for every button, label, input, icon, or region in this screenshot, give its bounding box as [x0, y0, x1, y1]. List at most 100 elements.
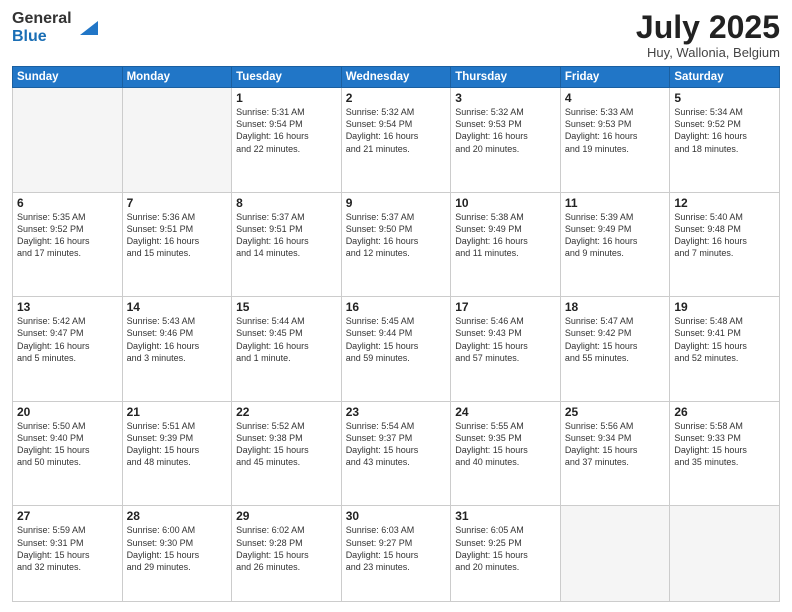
cell-line: Daylight: 15 hours	[455, 549, 556, 561]
day-number: 30	[346, 509, 447, 523]
cell-line: and 40 minutes.	[455, 456, 556, 468]
cell-line: Sunrise: 5:36 AM	[127, 211, 228, 223]
cell-line: Daylight: 15 hours	[455, 340, 556, 352]
cell-line: Sunset: 9:52 PM	[17, 223, 118, 235]
cell-line: Sunrise: 5:51 AM	[127, 420, 228, 432]
cell-line: Daylight: 15 hours	[674, 340, 775, 352]
cell-line: Daylight: 16 hours	[565, 130, 666, 142]
calendar-header-row: Sunday Monday Tuesday Wednesday Thursday…	[13, 67, 780, 88]
cell-line: Sunset: 9:42 PM	[565, 327, 666, 339]
table-row	[13, 88, 123, 193]
cell-line: and 20 minutes.	[455, 143, 556, 155]
month-title: July 2025	[636, 10, 780, 45]
cell-line: Sunset: 9:52 PM	[674, 118, 775, 130]
cell-line: Daylight: 16 hours	[127, 235, 228, 247]
title-block: July 2025 Huy, Wallonia, Belgium	[636, 10, 780, 60]
cell-line: Daylight: 16 hours	[236, 235, 337, 247]
col-thursday: Thursday	[451, 67, 561, 88]
cell-line: Sunset: 9:54 PM	[236, 118, 337, 130]
table-row: 3Sunrise: 5:32 AMSunset: 9:53 PMDaylight…	[451, 88, 561, 193]
table-row	[560, 506, 670, 602]
cell-line: Sunrise: 5:39 AM	[565, 211, 666, 223]
table-row: 30Sunrise: 6:03 AMSunset: 9:27 PMDayligh…	[341, 506, 451, 602]
cell-line: Daylight: 16 hours	[17, 235, 118, 247]
cell-line: Sunset: 9:53 PM	[565, 118, 666, 130]
table-row: 21Sunrise: 5:51 AMSunset: 9:39 PMDayligh…	[122, 401, 232, 506]
cell-line: Sunrise: 5:40 AM	[674, 211, 775, 223]
cell-line: Sunset: 9:49 PM	[455, 223, 556, 235]
cell-line: Sunrise: 5:52 AM	[236, 420, 337, 432]
cell-line: Daylight: 16 hours	[17, 340, 118, 352]
day-number: 24	[455, 405, 556, 419]
cell-line: Daylight: 15 hours	[565, 340, 666, 352]
cell-line: and 59 minutes.	[346, 352, 447, 364]
cell-line: Daylight: 16 hours	[346, 235, 447, 247]
cell-line: Sunrise: 6:03 AM	[346, 524, 447, 536]
cell-line: and 29 minutes.	[127, 561, 228, 573]
cell-line: and 3 minutes.	[127, 352, 228, 364]
cell-line: Daylight: 15 hours	[17, 444, 118, 456]
cell-line: and 43 minutes.	[346, 456, 447, 468]
cell-line: Daylight: 15 hours	[127, 444, 228, 456]
col-saturday: Saturday	[670, 67, 780, 88]
day-number: 17	[455, 300, 556, 314]
cell-line: Sunset: 9:39 PM	[127, 432, 228, 444]
cell-line: Sunrise: 5:46 AM	[455, 315, 556, 327]
cell-line: Sunset: 9:28 PM	[236, 537, 337, 549]
cell-line: and 22 minutes.	[236, 143, 337, 155]
cell-line: Sunrise: 5:56 AM	[565, 420, 666, 432]
cell-line: Sunset: 9:34 PM	[565, 432, 666, 444]
table-row: 25Sunrise: 5:56 AMSunset: 9:34 PMDayligh…	[560, 401, 670, 506]
day-number: 3	[455, 91, 556, 105]
cell-line: Sunrise: 5:42 AM	[17, 315, 118, 327]
cell-line: and 12 minutes.	[346, 247, 447, 259]
day-number: 9	[346, 196, 447, 210]
cell-line: Sunrise: 5:32 AM	[346, 106, 447, 118]
cell-line: Sunrise: 5:35 AM	[17, 211, 118, 223]
cell-line: Sunset: 9:45 PM	[236, 327, 337, 339]
logo-icon	[76, 17, 98, 39]
day-number: 14	[127, 300, 228, 314]
cell-line: and 17 minutes.	[17, 247, 118, 259]
cell-line: Daylight: 16 hours	[236, 340, 337, 352]
table-row: 28Sunrise: 6:00 AMSunset: 9:30 PMDayligh…	[122, 506, 232, 602]
day-number: 29	[236, 509, 337, 523]
day-number: 8	[236, 196, 337, 210]
cell-line: Sunrise: 5:43 AM	[127, 315, 228, 327]
cell-line: and 9 minutes.	[565, 247, 666, 259]
table-row: 10Sunrise: 5:38 AMSunset: 9:49 PMDayligh…	[451, 192, 561, 297]
cell-line: and 19 minutes.	[565, 143, 666, 155]
day-number: 2	[346, 91, 447, 105]
table-row: 26Sunrise: 5:58 AMSunset: 9:33 PMDayligh…	[670, 401, 780, 506]
cell-line: Sunrise: 5:45 AM	[346, 315, 447, 327]
table-row: 24Sunrise: 5:55 AMSunset: 9:35 PMDayligh…	[451, 401, 561, 506]
cell-line: Sunset: 9:50 PM	[346, 223, 447, 235]
col-sunday: Sunday	[13, 67, 123, 88]
table-row: 29Sunrise: 6:02 AMSunset: 9:28 PMDayligh…	[232, 506, 342, 602]
cell-line: Sunset: 9:46 PM	[127, 327, 228, 339]
cell-line: Sunset: 9:38 PM	[236, 432, 337, 444]
cell-line: Sunset: 9:33 PM	[674, 432, 775, 444]
logo-general: General	[12, 10, 72, 28]
cell-line: Sunrise: 5:47 AM	[565, 315, 666, 327]
cell-line: Sunrise: 5:44 AM	[236, 315, 337, 327]
cell-line: Sunset: 9:53 PM	[455, 118, 556, 130]
cell-line: Sunset: 9:51 PM	[236, 223, 337, 235]
cell-line: Sunset: 9:35 PM	[455, 432, 556, 444]
cell-line: and 57 minutes.	[455, 352, 556, 364]
cell-line: Sunset: 9:25 PM	[455, 537, 556, 549]
table-row: 16Sunrise: 5:45 AMSunset: 9:44 PMDayligh…	[341, 297, 451, 402]
day-number: 16	[346, 300, 447, 314]
day-number: 12	[674, 196, 775, 210]
cell-line: Sunrise: 5:48 AM	[674, 315, 775, 327]
table-row: 2Sunrise: 5:32 AMSunset: 9:54 PMDaylight…	[341, 88, 451, 193]
cell-line: Daylight: 16 hours	[346, 130, 447, 142]
table-row: 27Sunrise: 5:59 AMSunset: 9:31 PMDayligh…	[13, 506, 123, 602]
cell-line: and 15 minutes.	[127, 247, 228, 259]
cell-line: Sunset: 9:54 PM	[346, 118, 447, 130]
cell-line: Sunrise: 5:33 AM	[565, 106, 666, 118]
day-number: 5	[674, 91, 775, 105]
day-number: 28	[127, 509, 228, 523]
cell-line: and 14 minutes.	[236, 247, 337, 259]
cell-line: and 55 minutes.	[565, 352, 666, 364]
